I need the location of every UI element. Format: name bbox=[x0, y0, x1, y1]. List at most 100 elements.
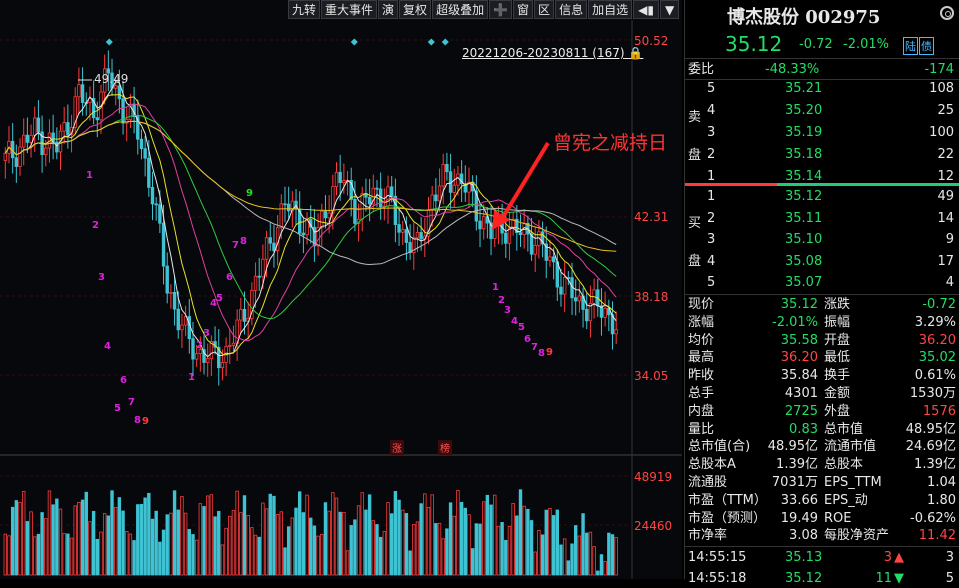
candle-body bbox=[3, 152, 7, 161]
ranking-marker[interactable]: 榜 bbox=[438, 440, 452, 455]
nine-turn-number: 2 bbox=[196, 340, 203, 351]
volume-bar bbox=[283, 547, 287, 576]
volume-bar bbox=[533, 551, 537, 576]
tag-hk-connect[interactable]: 陆 bbox=[903, 37, 918, 55]
volume-bar bbox=[33, 536, 37, 576]
stat-value: -0.62% bbox=[910, 510, 956, 526]
volume-bar bbox=[99, 531, 103, 576]
candle-body bbox=[176, 308, 180, 331]
toolbar-range[interactable]: 区 bbox=[534, 0, 555, 19]
candle-body bbox=[419, 232, 423, 240]
tick-vol: 11 bbox=[875, 571, 892, 586]
volume-bar bbox=[217, 510, 221, 576]
volume-bar bbox=[456, 490, 460, 576]
max-price-label: 49.49 bbox=[94, 72, 129, 86]
volume-bar bbox=[559, 544, 563, 576]
volume-bar bbox=[80, 499, 85, 576]
toolbar-add-watchlist[interactable]: 加自选 bbox=[588, 0, 633, 19]
nine-turn-number: 9 bbox=[246, 188, 253, 199]
toolbar-overlay[interactable]: 超级叠加 bbox=[432, 0, 489, 19]
candle-body bbox=[268, 237, 272, 244]
stock-name: 博杰股份 bbox=[727, 7, 799, 28]
volume-bar bbox=[489, 504, 493, 576]
stat-value: -2.01% bbox=[772, 314, 818, 330]
volume-bar bbox=[378, 536, 383, 576]
volume-bar bbox=[526, 508, 530, 576]
limit-up-marker[interactable]: 涨 bbox=[390, 440, 404, 455]
toolbar-play[interactable]: 演 bbox=[378, 0, 399, 19]
stat-label: 涨幅 bbox=[688, 314, 715, 330]
tick-vol: 3 bbox=[883, 550, 892, 565]
toolbar-major-events[interactable]: 重大事件 bbox=[321, 0, 378, 19]
volume-bar bbox=[522, 505, 526, 576]
volume-bar bbox=[367, 494, 372, 576]
nine-turn-number: 8 bbox=[240, 236, 247, 247]
candle-body bbox=[257, 275, 261, 278]
volume-bar bbox=[84, 491, 88, 576]
candle-body bbox=[437, 185, 442, 202]
sound-icon[interactable]: ◀▮ bbox=[633, 0, 659, 19]
volume-bar bbox=[106, 515, 111, 576]
stat-value: 1.39亿 bbox=[914, 457, 956, 473]
stat-label: 总股本 bbox=[824, 457, 864, 473]
candle-body bbox=[286, 203, 291, 212]
volume-bar bbox=[423, 493, 427, 576]
nine-turn-number: 2 bbox=[92, 220, 99, 231]
volume-bar bbox=[327, 510, 331, 576]
candle-body bbox=[452, 184, 456, 193]
volume-bar bbox=[172, 490, 177, 576]
volume-bar bbox=[441, 538, 445, 576]
candle-body bbox=[205, 358, 210, 363]
quote-panel: 博杰股份 002975 35.12 -0.72 -2.01% 陆 债 委比 -4… bbox=[684, 0, 959, 586]
kline-chart[interactable] bbox=[0, 0, 682, 579]
volume-bar bbox=[323, 502, 328, 576]
toolbar-window[interactable]: 窗 bbox=[513, 0, 534, 19]
candle-body bbox=[172, 292, 177, 310]
stat-value: 2725 bbox=[784, 403, 818, 419]
toolbar-nine-turn[interactable]: 九转 bbox=[288, 0, 321, 19]
candle-body bbox=[301, 232, 306, 236]
gear-icon[interactable] bbox=[940, 6, 954, 20]
candle-body bbox=[114, 85, 118, 89]
stat-value: 1.04 bbox=[927, 475, 956, 490]
volume-bar bbox=[121, 510, 125, 576]
tag-bond[interactable]: 债 bbox=[919, 37, 934, 55]
order-book-sell-vol: 108 bbox=[929, 81, 954, 96]
volume-bar bbox=[504, 539, 508, 576]
order-book-sell-vol: 100 bbox=[929, 125, 954, 140]
candle-body bbox=[143, 148, 147, 159]
stat-label: 市盈（预测） bbox=[688, 510, 767, 526]
tick-time: 14:55:18 bbox=[688, 571, 747, 586]
nine-turn-number: 5 bbox=[518, 322, 525, 333]
nine-turn-number: 7 bbox=[128, 397, 135, 408]
volume-bar bbox=[73, 505, 77, 576]
volume-bar bbox=[474, 523, 479, 576]
volume-bar bbox=[338, 511, 342, 576]
stat-value: 35.12 bbox=[780, 297, 818, 312]
date-range-label[interactable]: 20221206-20230811 (167) 🔒 bbox=[462, 46, 643, 60]
stat-label: EPS_动 bbox=[824, 492, 868, 508]
volume-bar bbox=[62, 533, 66, 576]
candle-body bbox=[430, 194, 434, 211]
candle-body bbox=[404, 229, 409, 243]
stat-label: 最高 bbox=[688, 350, 715, 366]
candle-body bbox=[353, 198, 357, 224]
annotation-text: 曾宪之减持日 bbox=[553, 132, 668, 154]
order-book-buy-price: 35.08 bbox=[785, 253, 823, 269]
volume-bar bbox=[430, 494, 434, 576]
volume-bar bbox=[349, 525, 353, 576]
candle-body bbox=[360, 193, 364, 220]
volume-bar bbox=[176, 509, 180, 576]
volume-bar bbox=[500, 521, 504, 576]
arrow-up-icon: ▲ bbox=[894, 550, 904, 565]
stat-value: 48.95亿 bbox=[767, 439, 818, 455]
toolbar-add[interactable]: ➕ bbox=[489, 0, 513, 19]
kline-chart-area[interactable]: 九转 重大事件 演 复权 超级叠加 ➕ 窗 区 信息 加自选 ◀▮ ▼ 50.5… bbox=[0, 0, 682, 579]
dropdown-icon[interactable]: ▼ bbox=[659, 0, 680, 19]
toolbar-info[interactable]: 信息 bbox=[555, 0, 588, 19]
stat-label: 市净率 bbox=[688, 528, 728, 544]
sell-side-label-1: 卖 bbox=[688, 110, 702, 125]
volume-bar bbox=[309, 517, 313, 576]
toolbar-adjust[interactable]: 复权 bbox=[399, 0, 432, 19]
volume-bar bbox=[493, 494, 497, 576]
